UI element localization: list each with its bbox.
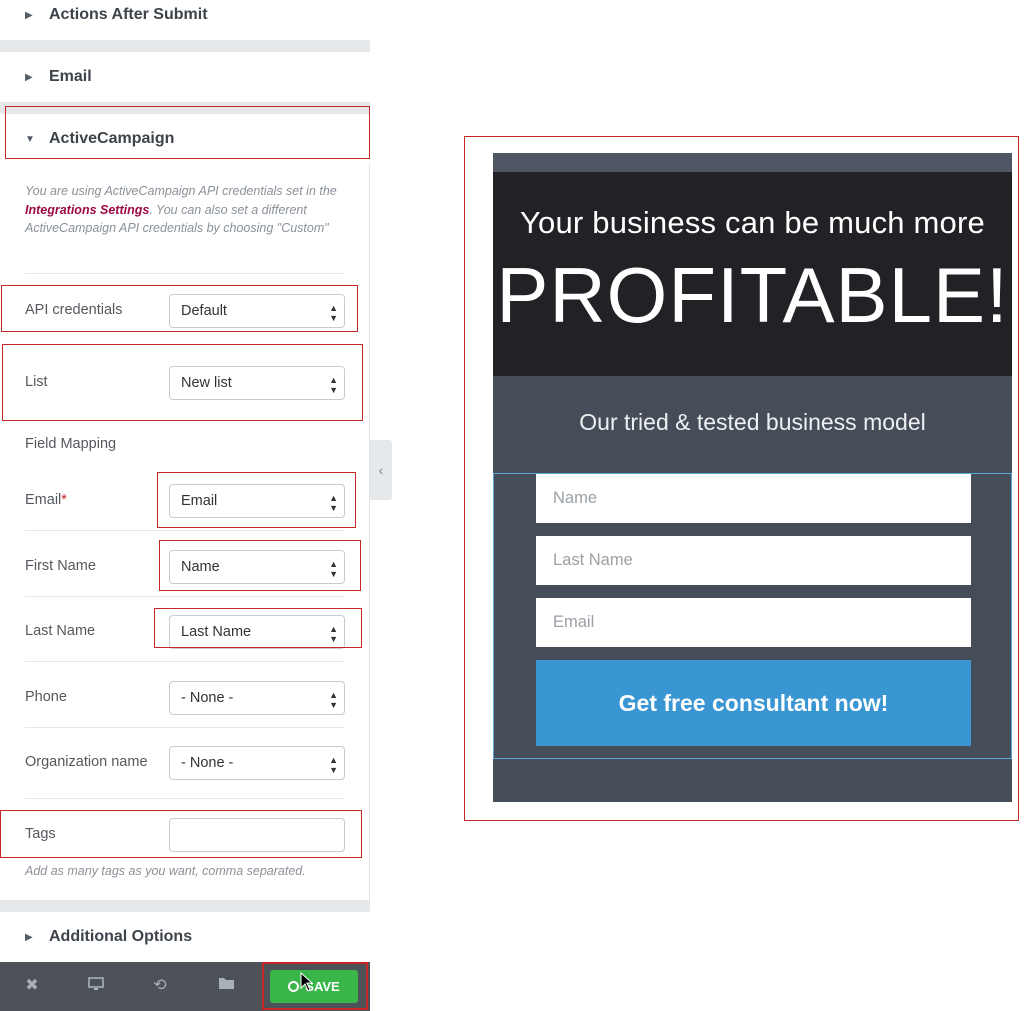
section-activecampaign[interactable]: ▼ ActiveCampaign	[0, 114, 370, 164]
email-mapping-label: Email*	[25, 492, 67, 508]
select-arrows-icon: ▲ ▼	[329, 303, 338, 323]
phone-mapping-select[interactable]: - None - ▲ ▼	[169, 681, 345, 715]
editor-panel: ▶ Actions After Submit ▶ Email ▼ ActiveC…	[0, 0, 370, 1011]
tags-input[interactable]	[169, 818, 345, 852]
loading-spinner-icon	[288, 981, 300, 992]
collapse-panel-button[interactable]: ‹	[370, 440, 392, 500]
first-name-mapping-label: First Name	[25, 558, 96, 574]
section-title: Actions After Submit	[49, 6, 208, 23]
divider	[25, 420, 345, 421]
label-text: Email	[25, 492, 62, 508]
tags-help-text: Add as many tags as you want, comma sepa…	[25, 864, 306, 878]
select-value: Last Name	[181, 624, 252, 640]
close-icon[interactable]: ✖	[22, 976, 42, 996]
divider	[25, 661, 345, 662]
last-name-mapping-label: Last Name	[25, 623, 96, 639]
caret-right-icon: ▶	[25, 931, 33, 943]
divider	[25, 530, 345, 531]
select-value: Email	[181, 493, 218, 509]
description-text: You are using ActiveCampaign API credent…	[25, 184, 337, 198]
select-arrows-icon: ▲ ▼	[329, 690, 338, 710]
api-credentials-label: API credentials	[25, 302, 123, 318]
section-email[interactable]: ▶ Email	[0, 52, 370, 102]
phone-mapping-label: Phone	[25, 689, 67, 705]
organization-mapping-select[interactable]: - None - ▲ ▼	[169, 746, 345, 780]
caret-right-icon: ▶	[25, 9, 33, 21]
caret-right-icon: ▶	[25, 71, 33, 83]
last-name-mapping-select[interactable]: Last Name ▲ ▼	[169, 615, 345, 649]
section-divider	[0, 102, 370, 114]
divider	[25, 273, 345, 274]
preview-name-input[interactable]: Name	[536, 474, 971, 523]
section-actions-after-submit[interactable]: ▶ Actions After Submit	[0, 0, 370, 40]
section-title: Additional Options	[49, 928, 193, 945]
mouse-cursor-icon	[300, 972, 314, 992]
caret-down-icon: ▼	[25, 133, 35, 145]
select-arrows-icon: ▲ ▼	[329, 755, 338, 775]
preview-card-top-strip	[493, 153, 1012, 172]
first-name-mapping-select[interactable]: Name ▲ ▼	[169, 550, 345, 584]
select-arrows-icon: ▲ ▼	[329, 375, 338, 395]
folder-icon-graphic	[218, 978, 234, 989]
preview-email-input[interactable]: Email	[536, 598, 971, 647]
api-credentials-select[interactable]: Default ▲ ▼	[169, 294, 345, 328]
list-label: List	[25, 374, 48, 390]
integrations-settings-link[interactable]: Integrations Settings	[25, 203, 149, 217]
hero-subheadline: Our tried & tested business model	[579, 409, 926, 435]
divider	[25, 798, 345, 799]
select-value: New list	[181, 375, 232, 391]
desktop-icon-graphic	[88, 977, 104, 990]
section-title: Email	[49, 68, 92, 85]
desktop-icon[interactable]	[86, 976, 106, 996]
chevron-left-icon: ‹	[378, 462, 384, 478]
select-arrows-icon: ▲ ▼	[329, 559, 338, 579]
hero-headline: Your business can be much more	[520, 205, 985, 240]
email-mapping-select[interactable]: Email ▲ ▼	[169, 484, 345, 518]
tags-label: Tags	[25, 826, 56, 842]
select-arrows-icon: ▲ ▼	[329, 624, 338, 644]
divider	[25, 596, 345, 597]
section-divider	[0, 40, 370, 52]
organization-mapping-label: Organization name	[25, 754, 148, 770]
select-value: Name	[181, 559, 220, 575]
section-divider	[0, 900, 370, 912]
select-value: - None -	[181, 690, 234, 706]
divider	[25, 727, 345, 728]
select-value: - None -	[181, 755, 234, 771]
hero-headline-large: PROFITABLE!	[496, 251, 1009, 339]
history-icon[interactable]: ⟲	[150, 976, 170, 996]
preview-last-name-input[interactable]: Last Name	[536, 536, 971, 585]
required-marker: *	[61, 492, 67, 508]
select-arrows-icon: ▲ ▼	[329, 493, 338, 513]
api-description: You are using ActiveCampaign API credent…	[25, 182, 350, 238]
preview-submit-button[interactable]: Get free consultant now!	[536, 660, 971, 746]
section-title: ActiveCampaign	[49, 130, 175, 147]
section-additional-options[interactable]: ▶ Additional Options	[0, 912, 370, 962]
field-mapping-heading: Field Mapping	[25, 436, 117, 452]
list-select[interactable]: New list ▲ ▼	[169, 366, 345, 400]
select-value: Default	[181, 303, 227, 319]
save-button[interactable]: SAVE	[270, 970, 358, 1003]
folder-icon[interactable]	[216, 976, 236, 996]
